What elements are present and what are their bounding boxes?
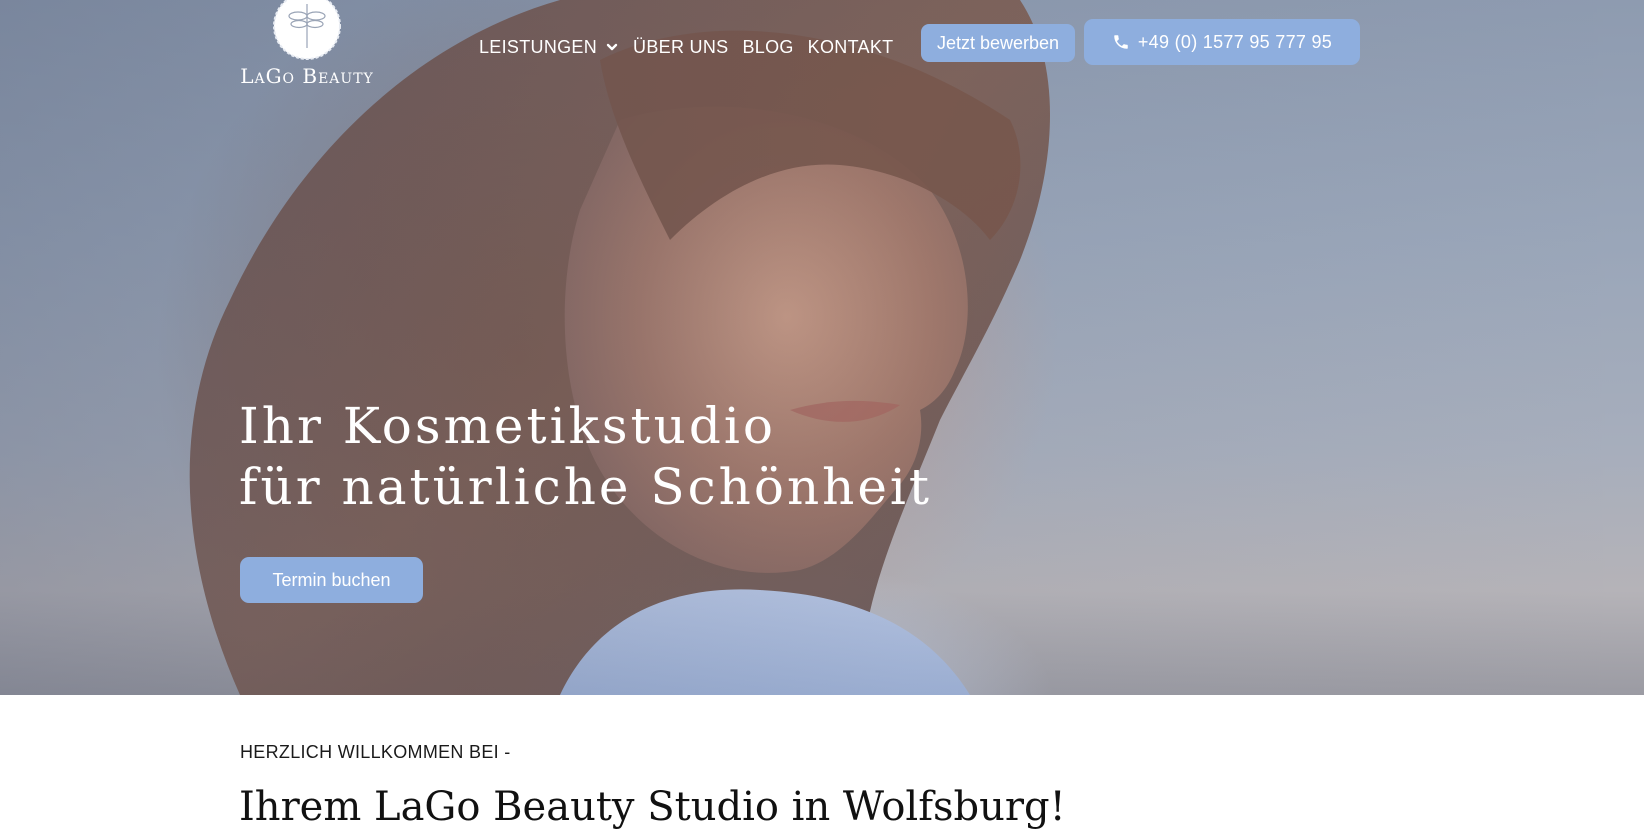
chevron-down-icon[interactable] bbox=[605, 40, 619, 54]
main-nav: LEISTUNGEN ÜBER UNS BLOG KONTAKT bbox=[479, 34, 907, 60]
book-appointment-button[interactable]: Termin buchen bbox=[240, 557, 423, 603]
nav-item-label: LEISTUNGEN bbox=[479, 36, 598, 57]
hero-title-line-2: für natürliche Schönheit bbox=[239, 458, 933, 516]
nav-item-label: KONTAKT bbox=[807, 36, 894, 57]
logo-text: LaGo Beauty bbox=[240, 64, 374, 88]
nav-item-blog[interactable]: BLOG bbox=[742, 37, 793, 58]
nav-item-leistungen[interactable]: LEISTUNGEN bbox=[479, 37, 619, 58]
hero-section: LaGo Beauty LEISTUNGEN ÜBER UNS BLOG KON… bbox=[0, 0, 1644, 695]
phone-number: +49 (0) 1577 95 777 95 bbox=[1137, 31, 1333, 52]
nav-item-label: BLOG bbox=[742, 36, 794, 57]
hero-title: Ihr Kosmetikstudio für natürliche Schönh… bbox=[239, 396, 932, 518]
welcome-label: HERZLICH WILLKOMMEN BEI - bbox=[240, 742, 511, 762]
phone-button[interactable]: +49 (0) 1577 95 777 95 bbox=[1084, 19, 1360, 65]
dragonfly-seal-icon bbox=[273, 0, 341, 60]
logo[interactable]: LaGo Beauty bbox=[236, 0, 378, 96]
apply-button[interactable]: Jetzt bewerben bbox=[921, 24, 1075, 62]
nav-item-kontakt[interactable]: KONTAKT bbox=[808, 37, 894, 58]
nav-item-ueber-uns[interactable]: ÜBER UNS bbox=[633, 37, 728, 58]
welcome-title: Ihrem LaGo Beauty Studio in Wolfsburg! bbox=[239, 784, 1066, 830]
phone-icon bbox=[1114, 35, 1128, 49]
hero-title-line-1: Ihr Kosmetikstudio bbox=[239, 397, 776, 455]
nav-item-label: ÜBER UNS bbox=[633, 36, 729, 57]
